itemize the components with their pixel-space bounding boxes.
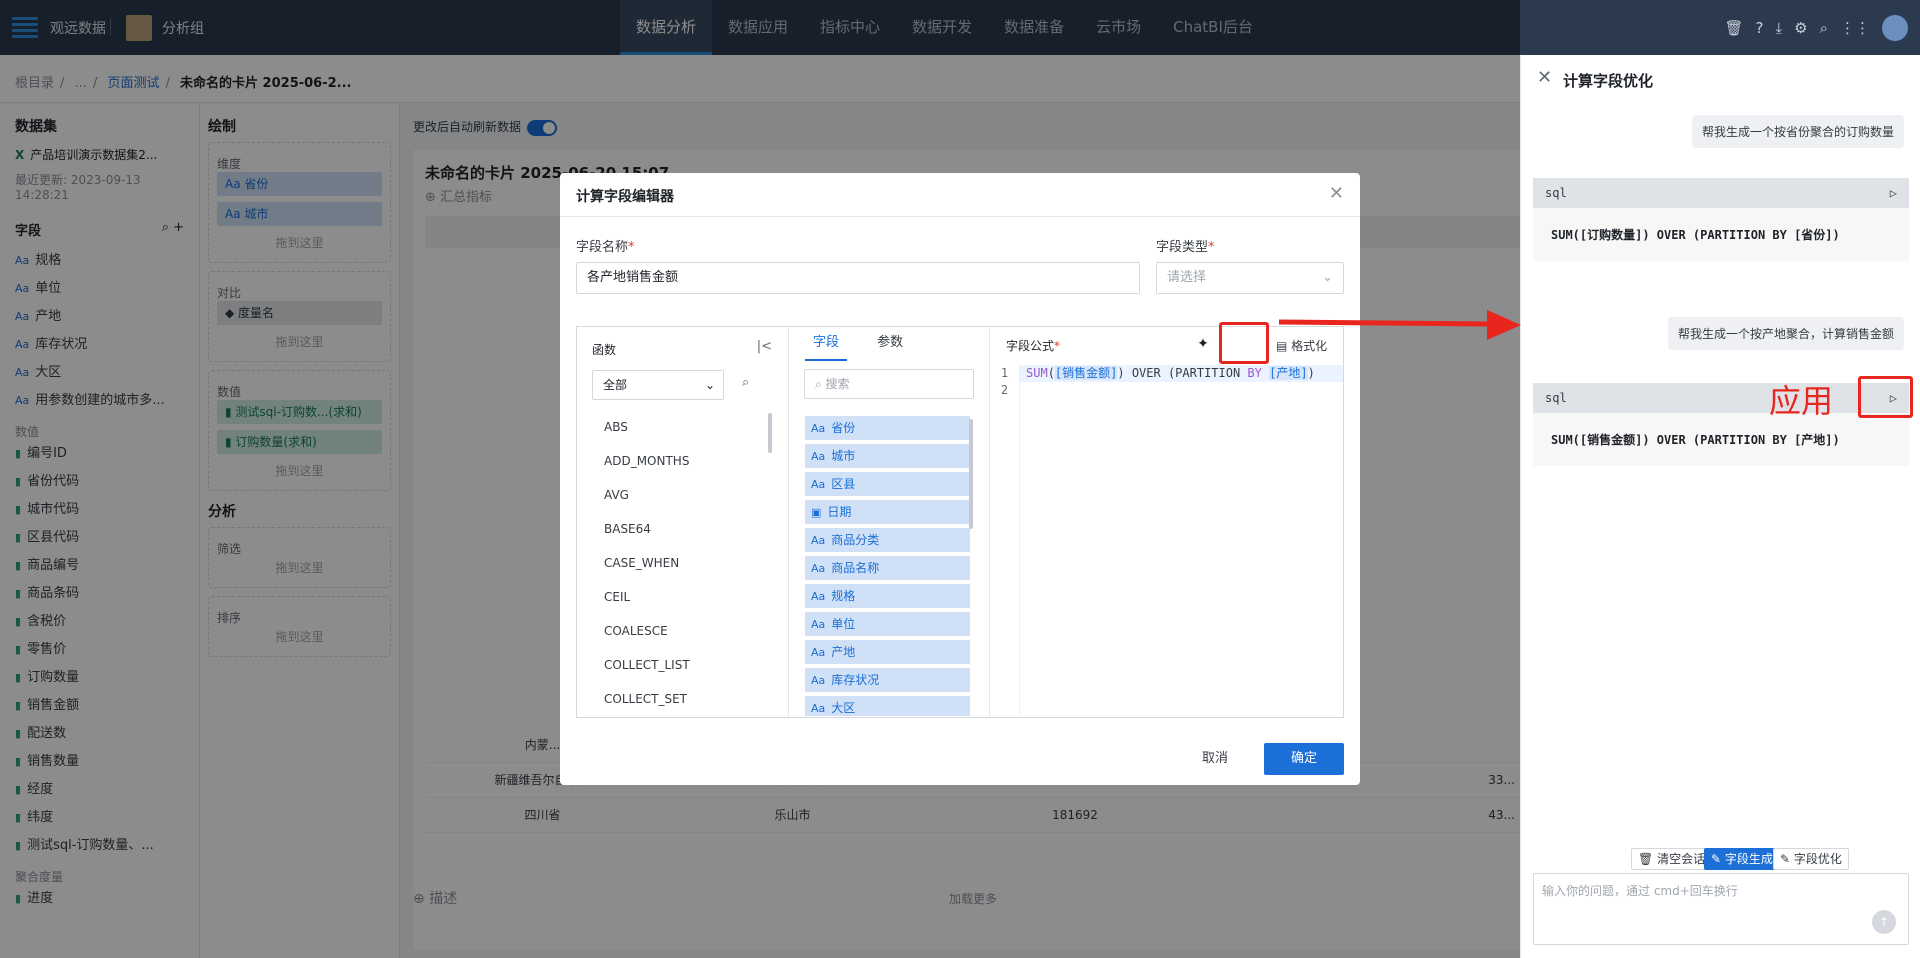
function-filter-select[interactable]: 全部 ⌄ <box>592 370 724 400</box>
list-item[interactable]: BASE64 <box>577 512 777 546</box>
formula-line[interactable]: SUM([销售金额]) OVER (PARTITION BY [产地]) <box>1020 365 1343 382</box>
sql-code: SUM([订购数量]) OVER (PARTITION BY [省份]) <box>1551 228 1840 242</box>
formula-label: 字段公式* <box>1006 339 1061 353</box>
collapse-icon[interactable]: |< <box>757 339 772 354</box>
list-item[interactable]: Aa 规格 <box>805 584 970 608</box>
list-item[interactable]: Aa 区县 <box>805 472 970 496</box>
scrollbar[interactable] <box>969 419 973 529</box>
play-icon[interactable]: ▷ <box>1890 178 1897 208</box>
tab-fields[interactable]: 字段 <box>805 327 848 361</box>
list-item[interactable]: COLLECT_LIST <box>577 648 777 682</box>
chevron-down-icon: ⌄ <box>1322 270 1333 285</box>
modal-title: 计算字段编辑器 <box>560 173 1360 217</box>
field-name-label: 字段名称* <box>576 240 635 255</box>
chevron-down-icon: ⌄ <box>704 378 715 392</box>
user-avatar[interactable] <box>1882 14 1908 41</box>
annotation-box-sparkle <box>1219 322 1269 364</box>
trash-icon: 🗑 <box>1638 852 1658 866</box>
list-item[interactable]: CASE_WHEN <box>577 546 777 580</box>
sql-bar: sql ▷ <box>1533 178 1909 208</box>
annotation-arrow-icon <box>1278 310 1521 340</box>
panel-title: 计算字段优化 <box>1563 72 1654 90</box>
user-message: 帮我生成一个按产地聚合，计算销售金额 <box>1667 317 1904 350</box>
ai-sparkle-icon[interactable]: ✦ <box>1192 333 1214 355</box>
list-item[interactable]: ▣ 日期 <box>805 500 970 524</box>
search-icon: ⌕ <box>815 377 826 391</box>
function-label: 函数 <box>592 343 617 357</box>
download-icon[interactable]: ⤓ <box>1776 19 1783 37</box>
field-generate-button[interactable]: ✎ 字段生成 <box>1704 848 1780 870</box>
formula-column: 字段公式* ✦ ▤ 格式化 12 SUM([销售金额]) OVER (PARTI… <box>990 327 1343 717</box>
list-item[interactable]: COALESCE <box>577 614 777 648</box>
list-item[interactable]: Aa 库存状况 <box>805 668 970 692</box>
field-name-input[interactable]: 各产地销售金额 <box>576 262 1140 294</box>
field-type-label: 字段类型* <box>1156 240 1215 255</box>
question-input[interactable]: 输入你的问题，通过 cmd+回车换行 ↑ <box>1533 873 1909 945</box>
optimize-panel: ✕ 计算字段优化 帮我生成一个按省份聚合的订购数量 sql ▷ SUM([订购数量… <box>1520 55 1920 958</box>
list-item[interactable]: ABS <box>577 410 777 444</box>
clear-session-button[interactable]: 🗑 清空会话 <box>1631 848 1713 870</box>
list-item[interactable]: Aa 商品分类 <box>805 528 970 552</box>
search-icon[interactable]: ⌕ <box>742 375 749 390</box>
list-item[interactable]: Aa 商品名称 <box>805 556 970 580</box>
close-icon[interactable]: ✕ <box>1329 183 1344 204</box>
calendar-icon: ▣ <box>811 506 822 519</box>
sql-bar: sql ▷ <box>1533 383 1909 413</box>
sql-block: sql ▷ SUM([销售金额]) OVER (PARTITION BY [产地]… <box>1533 383 1909 466</box>
function-list: ABS ADD_MONTHS AVG BASE64 CASE_WHEN CEIL… <box>577 410 777 710</box>
list-item[interactable]: Aa 省份 <box>805 416 970 440</box>
line-gutter: 12 <box>990 365 1020 715</box>
annotation-box-play <box>1858 376 1913 418</box>
apps-grid-icon[interactable]: ⋮⋮ <box>1840 19 1870 37</box>
editor-box: 函数 |< 全部 ⌄ ⌕ ABS ADD_MONTHS AVG BASE64 CA… <box>576 326 1344 718</box>
list-item[interactable]: Aa 大区 <box>805 696 970 716</box>
close-icon[interactable]: ✕ <box>1537 67 1552 88</box>
annotation-label: 应用 <box>1769 382 1834 420</box>
calc-field-editor: 计算字段编辑器 ✕ 字段名称* 各产地销售金额 字段类型* 请选择 ⌄ 函数 |<… <box>560 173 1360 785</box>
field-search-input[interactable]: ⌕ 搜索 <box>804 369 974 399</box>
search-icon[interactable]: ⌕ <box>1820 19 1828 37</box>
field-tabs: 字段 参数 <box>789 327 989 361</box>
scrollbar[interactable] <box>768 413 772 453</box>
tab-params[interactable]: 参数 <box>869 327 911 359</box>
sql-code: SUM([销售金额]) OVER (PARTITION BY [产地]) <box>1551 433 1840 447</box>
trash-icon[interactable]: 🗑 <box>1724 19 1743 37</box>
list-item[interactable]: COLLECT_SET <box>577 682 777 710</box>
edit-icon: ✎ <box>1711 852 1725 866</box>
top-icons: 🗑 ? ⤓ ⚙ ⌕ ⋮⋮ <box>1724 0 1908 55</box>
send-icon[interactable]: ↑ <box>1872 910 1896 934</box>
formula-editor[interactable]: 12 SUM([销售金额]) OVER (PARTITION BY [产地]) <box>990 365 1343 715</box>
field-column: 字段 参数 ⌕ 搜索 Aa 省份 Aa 城市 Aa 区县 ▣ 日期 Aa 商品分类 Aa 商… <box>789 327 990 717</box>
list-item[interactable]: CEIL <box>577 580 777 614</box>
list-item[interactable]: ADD_MONTHS <box>577 444 777 478</box>
list-item[interactable]: Aa 产地 <box>805 640 970 664</box>
field-optimize-button[interactable]: ✎ 字段优化 <box>1773 848 1849 870</box>
field-list: Aa 省份 Aa 城市 Aa 区县 ▣ 日期 Aa 商品分类 Aa 商品名称 Aa 规格 Aa… <box>789 416 990 716</box>
field-type-select[interactable]: 请选择 ⌄ <box>1156 262 1344 294</box>
confirm-button[interactable]: 确定 <box>1264 743 1344 775</box>
list-item[interactable]: AVG <box>577 478 777 512</box>
cancel-button[interactable]: 取消 <box>1190 743 1240 775</box>
edit-icon: ✎ <box>1780 852 1794 866</box>
list-item[interactable]: Aa 城市 <box>805 444 970 468</box>
list-item[interactable]: Aa 单位 <box>805 612 970 636</box>
help-icon[interactable]: ? <box>1756 19 1764 37</box>
gear-icon[interactable]: ⚙ <box>1794 19 1807 37</box>
user-message: 帮我生成一个按省份聚合的订购数量 <box>1691 115 1904 148</box>
function-column: 函数 |< 全部 ⌄ ⌕ ABS ADD_MONTHS AVG BASE64 CA… <box>577 327 789 717</box>
sql-block: sql ▷ SUM([订购数量]) OVER (PARTITION BY [省份]… <box>1533 178 1909 261</box>
